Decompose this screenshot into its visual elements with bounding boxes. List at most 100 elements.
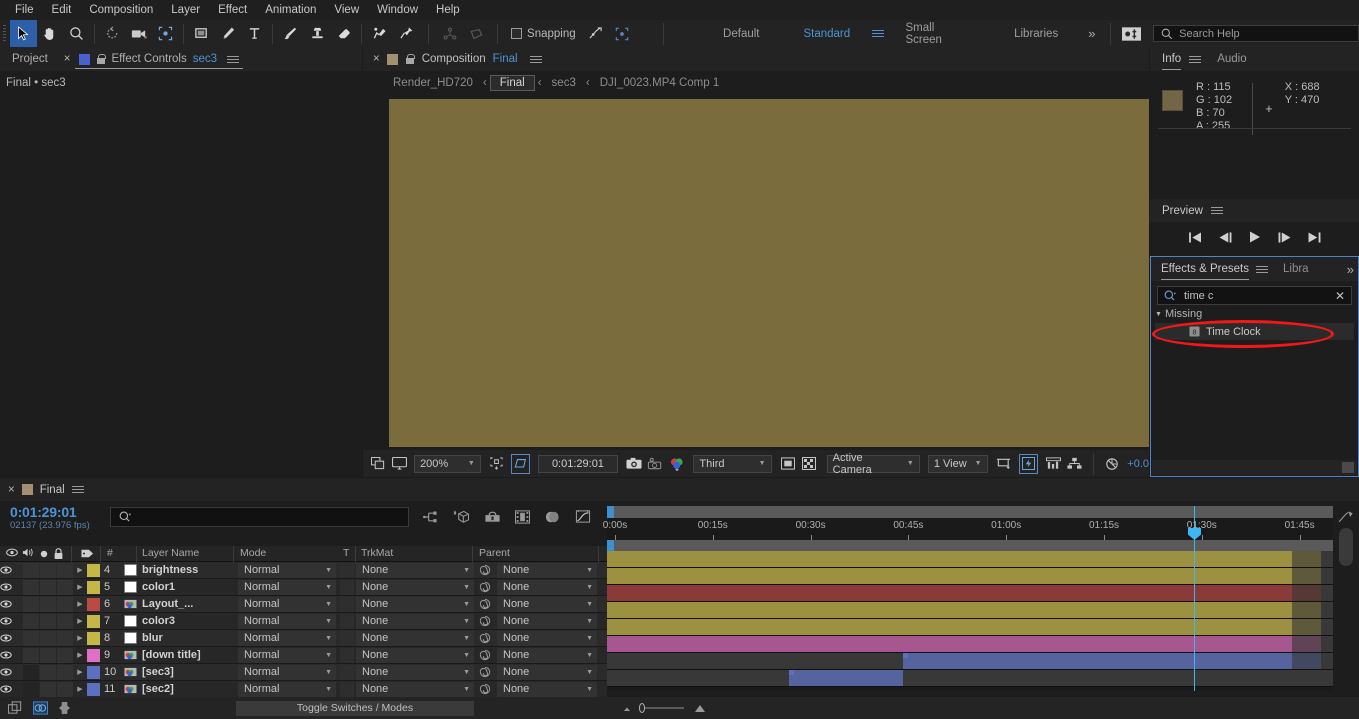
composition-lock-icon[interactable]: [405, 53, 415, 65]
layer-mode-dropdown[interactable]: Normal ▼: [238, 630, 336, 646]
layer-expand-triangle-icon[interactable]: ▶: [73, 566, 87, 574]
views-dropdown[interactable]: 1 View ▼: [927, 454, 988, 473]
breadcrumb-sec3[interactable]: sec3: [544, 77, 584, 89]
selection-tool-button[interactable]: [9, 20, 37, 47]
parent-pick-whip-icon[interactable]: [479, 683, 493, 695]
layer-solo-toggle[interactable]: [40, 681, 56, 697]
layer-lock-toggle[interactable]: [57, 562, 73, 578]
layer-expand-triangle-icon[interactable]: ▶: [73, 668, 87, 676]
graph-editor-footer-icon[interactable]: [58, 701, 71, 715]
layer-solo-toggle[interactable]: [40, 579, 56, 595]
layer-lock-toggle[interactable]: [57, 681, 73, 697]
comp-mini-flowchart-footer-icon[interactable]: [8, 701, 23, 715]
snapping-checkbox[interactable]: [511, 28, 523, 39]
layer-mode-dropdown[interactable]: Normal ▼: [238, 681, 336, 697]
layer-trkmat-dropdown[interactable]: None ▼: [356, 579, 474, 595]
last-frame-button[interactable]: [1308, 231, 1321, 243]
layer-label-color[interactable]: [87, 563, 100, 577]
eraser-tool-button[interactable]: [331, 20, 358, 47]
parent-pick-whip-icon[interactable]: [479, 632, 493, 644]
next-frame-button[interactable]: [1278, 231, 1291, 243]
hide-shy-layers-icon[interactable]: [484, 510, 501, 523]
layer-lock-toggle[interactable]: [57, 664, 73, 680]
info-panel-menu-icon[interactable]: [1189, 54, 1202, 65]
mask-shape-icon[interactable]: [463, 20, 490, 47]
layer-duration-bar[interactable]: [607, 585, 1293, 601]
layer-label-color[interactable]: [87, 580, 100, 594]
layer-expand-triangle-icon[interactable]: ▶: [73, 685, 87, 693]
layer-label-color[interactable]: [87, 631, 100, 645]
parent-pick-whip-icon[interactable]: [479, 564, 493, 576]
breadcrumb-final[interactable]: Final: [489, 75, 535, 91]
layer-solo-toggle[interactable]: [40, 562, 56, 578]
graph-editor-icon[interactable]: [575, 509, 591, 524]
toolbar-grip[interactable]: [0, 20, 10, 47]
workspace-standard[interactable]: Standard: [781, 28, 872, 40]
layer-expand-triangle-icon[interactable]: ▶: [73, 634, 87, 642]
layer-parent-dropdown[interactable]: None ▼: [497, 647, 597, 663]
timeline-ruler[interactable]: 0:00s 00:15s 00:30s 00:45s 01:00s 01:15s 01:30…: [603, 518, 1359, 540]
parent-pick-whip-icon[interactable]: [479, 581, 493, 593]
composition-viewport[interactable]: [389, 99, 1149, 447]
workspace-libraries[interactable]: Libraries: [992, 28, 1080, 40]
layer-lock-toggle[interactable]: [57, 579, 73, 595]
effect-controls-menu-icon[interactable]: [227, 54, 240, 65]
layer-t-cell[interactable]: [340, 630, 354, 646]
timeline-layer-row[interactable]: ▶ 5 color1 Normal ▼ None ▼ None ▼: [0, 579, 607, 596]
camera-dropdown[interactable]: Active Camera ▼: [826, 452, 920, 476]
toggle-transparency-icon[interactable]: [800, 454, 819, 474]
layer-visibility-toggle[interactable]: [0, 667, 22, 677]
scroll-thumb[interactable]: [1342, 462, 1354, 473]
layer-visibility-toggle[interactable]: [0, 599, 22, 609]
workspace-default[interactable]: Default: [701, 28, 781, 40]
layer-duration-bar[interactable]: [607, 551, 1293, 567]
layer-trkmat-dropdown[interactable]: None ▼: [356, 630, 474, 646]
layer-t-cell[interactable]: [340, 579, 354, 595]
layer-mode-dropdown[interactable]: Normal ▼: [238, 613, 336, 629]
layer-visibility-toggle[interactable]: [0, 684, 22, 694]
motion-blur-switch-icon[interactable]: [1338, 510, 1354, 524]
work-area-bar-bottom[interactable]: [607, 540, 1340, 551]
layer-parent-dropdown[interactable]: None ▼: [497, 664, 597, 680]
layer-duration-bar[interactable]: [607, 568, 1293, 584]
previous-frame-button[interactable]: [1219, 231, 1232, 243]
layer-expand-triangle-icon[interactable]: ▶: [73, 651, 87, 659]
first-frame-button[interactable]: [1188, 231, 1202, 243]
timeline-lane[interactable]: [607, 653, 1359, 670]
breadcrumb-render-hd720[interactable]: Render_HD720: [385, 77, 481, 89]
layer-label-color[interactable]: [87, 597, 100, 611]
timeline-lane[interactable]: [607, 619, 1359, 636]
layer-audio-toggle[interactable]: [23, 647, 39, 663]
timeline-layer-row[interactable]: ▶ 8 blur Normal ▼ None ▼ None ▼: [0, 630, 607, 647]
layer-parent-dropdown[interactable]: None ▼: [497, 562, 597, 578]
bar-trim-handle[interactable]: [788, 670, 794, 675]
menu-item-edit[interactable]: Edit: [43, 0, 81, 20]
layer-audio-toggle[interactable]: [23, 613, 39, 629]
timeline-vertical-scrollbar[interactable]: [1339, 528, 1353, 566]
layer-visibility-toggle[interactable]: [0, 616, 22, 626]
timeline-layer-row[interactable]: ▶ 9 [down title] Normal ▼ None ▼ None ▼: [0, 647, 607, 664]
layer-name[interactable]: [down title]: [142, 649, 201, 661]
pan-behind-tool-button[interactable]: [152, 20, 179, 47]
layer-visibility-toggle[interactable]: [0, 565, 22, 575]
snapping-boundary-icon[interactable]: [608, 20, 635, 47]
preview-panel-menu-icon[interactable]: [1210, 205, 1223, 216]
region-preview-icon[interactable]: [779, 454, 798, 474]
layer-trkmat-dropdown[interactable]: None ▼: [356, 664, 474, 680]
lock-icon[interactable]: [96, 53, 106, 65]
layer-trkmat-dropdown[interactable]: None ▼: [356, 596, 474, 612]
layer-audio-toggle[interactable]: [23, 596, 39, 612]
layer-audio-toggle[interactable]: [23, 681, 39, 697]
layer-t-cell[interactable]: [340, 562, 354, 578]
effects-search-input[interactable]: time c ✕: [1157, 286, 1352, 305]
timeline-layer-row[interactable]: ▶ 6 Layout_... Normal ▼ None ▼ None ▼: [0, 596, 607, 613]
layer-trkmat-dropdown[interactable]: None ▼: [356, 681, 474, 697]
timeline-lane[interactable]: [607, 670, 1359, 687]
layer-name[interactable]: color1: [142, 581, 175, 593]
workspace-small-screen[interactable]: Small Screen: [884, 22, 993, 46]
effects-panel-menu-icon[interactable]: [1256, 264, 1268, 275]
snapshot-icon[interactable]: [625, 454, 644, 474]
timeline-panel-menu-icon[interactable]: [71, 484, 84, 495]
timeline-tab-label[interactable]: Final: [40, 484, 65, 496]
layer-name[interactable]: color3: [142, 615, 175, 627]
